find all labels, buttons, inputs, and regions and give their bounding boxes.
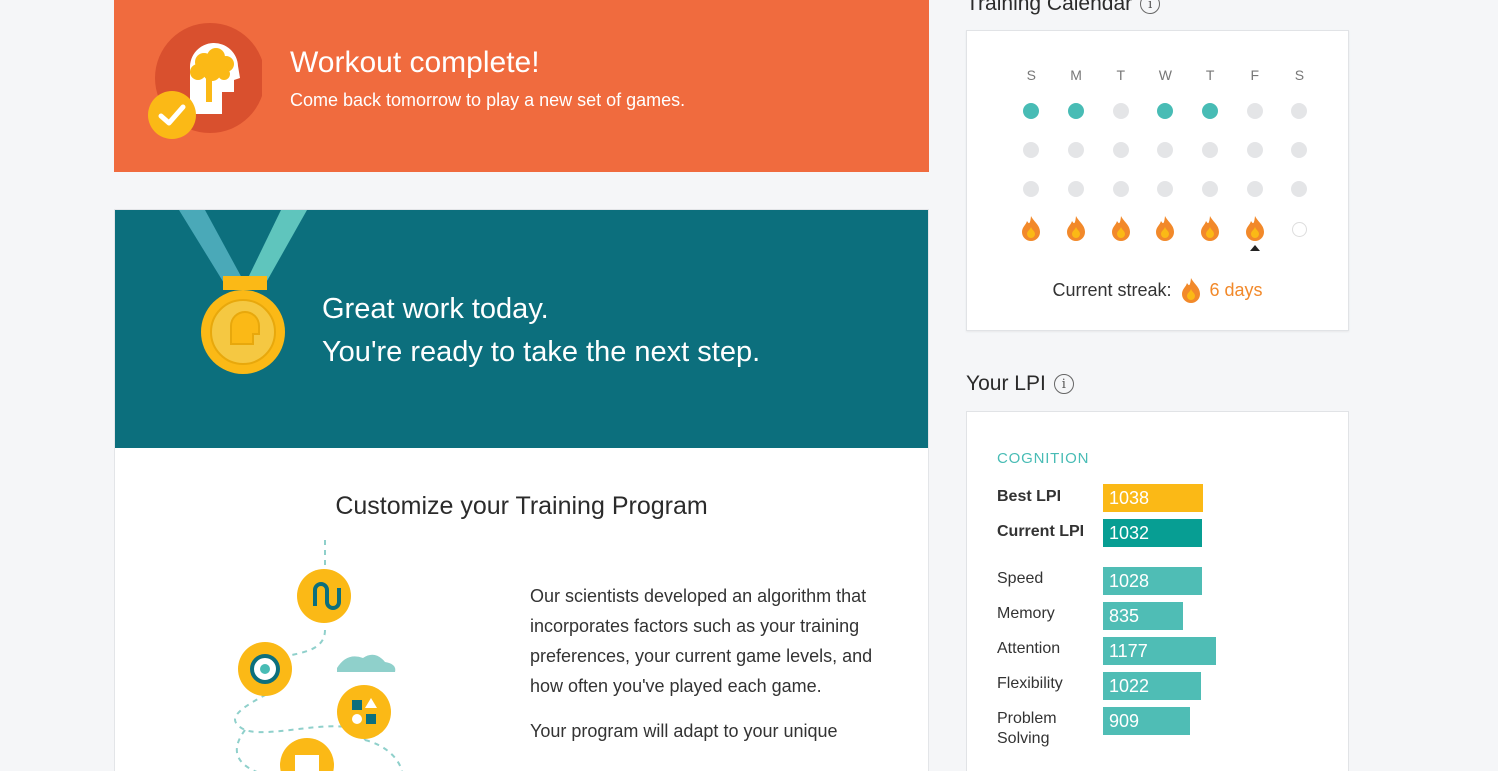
calendar-day-label: S	[1026, 67, 1037, 83]
calendar-day-dot	[1291, 142, 1308, 158]
lpi-area-label: Problem Solving	[997, 710, 1057, 747]
lpi-title: Your LPI	[966, 372, 1046, 395]
calendar-day-dot	[1112, 103, 1129, 119]
streak-flame-icon	[1181, 278, 1200, 303]
lpi-category: COGNITION	[997, 450, 1090, 467]
lpi-area-row: Speed 1028	[997, 567, 1202, 595]
calendar-day-dot	[1291, 181, 1308, 197]
streak-flame-icon	[1244, 215, 1266, 241]
customize-description: Our scientists developed an algorithm th…	[530, 581, 900, 761]
lpi-area-label: Speed	[997, 570, 1044, 587]
calendar-day-column: T	[1098, 67, 1143, 251]
lpi-area-label: Memory	[997, 605, 1055, 622]
customize-paragraph-2: Your program will adapt to your unique	[530, 721, 838, 741]
calendar-day-dot	[1112, 142, 1129, 158]
calendar-day-label: F	[1250, 67, 1260, 83]
lpi-heading: Your LPI i	[966, 372, 1074, 396]
calendar-day-column: W	[1143, 67, 1188, 251]
streak-flame-icon	[1110, 215, 1132, 241]
lpi-area-label: Flexibility	[997, 675, 1063, 692]
calendar-day-dot	[1291, 103, 1308, 119]
calendar-day-column: F	[1232, 67, 1277, 251]
calendar-day-dot	[1023, 142, 1040, 158]
calendar-day-label: S	[1294, 67, 1305, 83]
great-work-line-1: Great work today.	[322, 293, 549, 325]
streak-label: Current streak:	[1052, 279, 1172, 300]
current-streak: Current streak: 6 days	[967, 277, 1348, 303]
next-step-card: Great work today. You're ready to take t…	[114, 209, 929, 771]
streak-flame-icon	[1065, 215, 1087, 241]
today-marker-icon	[1249, 245, 1260, 251]
streak-value: 6 days	[1209, 279, 1263, 300]
calendar-info-icon[interactable]: i	[1140, 0, 1161, 14]
completed-day-dot	[1023, 103, 1040, 119]
calendar-day-dot	[1202, 142, 1219, 158]
calendar-day-column: S	[1009, 67, 1054, 251]
customize-paragraph-1: Our scientists developed an algorithm th…	[530, 586, 873, 696]
workout-subtitle: Come back tomorrow to play a new set of …	[290, 90, 686, 110]
checkmark-badge-icon	[148, 91, 196, 139]
best-lpi-label: Best LPI	[997, 488, 1062, 505]
lpi-area-bar: 1177	[1103, 637, 1216, 665]
lpi-area-bar: 1022	[1103, 672, 1201, 700]
training-calendar-title: Training Calendar	[966, 0, 1133, 15]
calendar-day-dot	[1068, 181, 1085, 197]
training-path-illustration	[234, 540, 403, 771]
lpi-area-bar: 835	[1103, 602, 1183, 630]
calendar-day-label: T	[1116, 67, 1125, 83]
calendar-day-column: T	[1188, 67, 1233, 251]
lpi-area-row: Memory 835	[997, 602, 1183, 630]
calendar-day-dot	[1246, 181, 1263, 197]
calendar-day-column: S	[1277, 67, 1322, 251]
calendar-day-dot	[1202, 181, 1219, 197]
great-work-banner: Great work today. You're ready to take t…	[115, 210, 928, 448]
calendar-day-dot	[1157, 181, 1174, 197]
current-lpi-label: Current LPI	[997, 523, 1085, 540]
current-lpi-bar: 1032	[1103, 519, 1202, 547]
lpi-area-row: Problem Solving 909	[997, 707, 1190, 749]
completed-day-dot	[1202, 103, 1219, 119]
streak-flame-icon	[1154, 215, 1176, 241]
lpi-area-bar: 1028	[1103, 567, 1202, 595]
lpi-area-row: Attention 1177	[997, 637, 1216, 665]
lpi-panel: COGNITION Best LPI 1038 Current LPI 1032…	[966, 411, 1349, 771]
calendar-day-label: M	[1070, 67, 1082, 83]
streak-flame-icon	[1199, 215, 1221, 241]
workout-complete-banner: Workout complete! Come back tomorrow to …	[114, 0, 929, 172]
calendar-day-dot	[1157, 142, 1174, 158]
calendar-day-dot	[1246, 142, 1263, 158]
completed-day-dot	[1157, 103, 1174, 119]
calendar-grid: SMTWTFS	[1009, 67, 1322, 251]
best-lpi-bar: 1038	[1103, 484, 1203, 512]
great-work-line-2: You're ready to take the next step.	[322, 336, 761, 368]
medal-icon	[179, 210, 307, 374]
lpi-area-bar: 909	[1103, 707, 1190, 735]
calendar-day-label: T	[1205, 67, 1215, 83]
calendar-day-dot	[1112, 181, 1129, 197]
completed-day-dot	[1068, 103, 1085, 119]
training-calendar: S M T W T F S Current streak: 6 days	[966, 30, 1349, 331]
current-lpi-row: Current LPI 1032	[997, 519, 1202, 547]
workout-title: Workout complete!	[290, 46, 540, 79]
calendar-day-dot	[1068, 142, 1085, 158]
empty-day-circle	[1291, 222, 1307, 237]
streak-flame-icon	[1020, 215, 1042, 241]
calendar-day-dot	[1023, 181, 1040, 197]
lpi-area-row: Flexibility 1022	[997, 672, 1201, 700]
calendar-day-dot	[1246, 103, 1263, 119]
lpi-info-icon[interactable]: i	[1053, 374, 1074, 394]
calendar-day-column: M	[1054, 67, 1099, 251]
best-lpi-row: Best LPI 1038	[997, 484, 1203, 512]
customize-title: Customize your Training Program	[335, 492, 708, 520]
lpi-area-label: Attention	[997, 640, 1061, 657]
training-calendar-heading: Training Calendar i	[966, 0, 1161, 16]
calendar-day-label: W	[1158, 67, 1173, 83]
